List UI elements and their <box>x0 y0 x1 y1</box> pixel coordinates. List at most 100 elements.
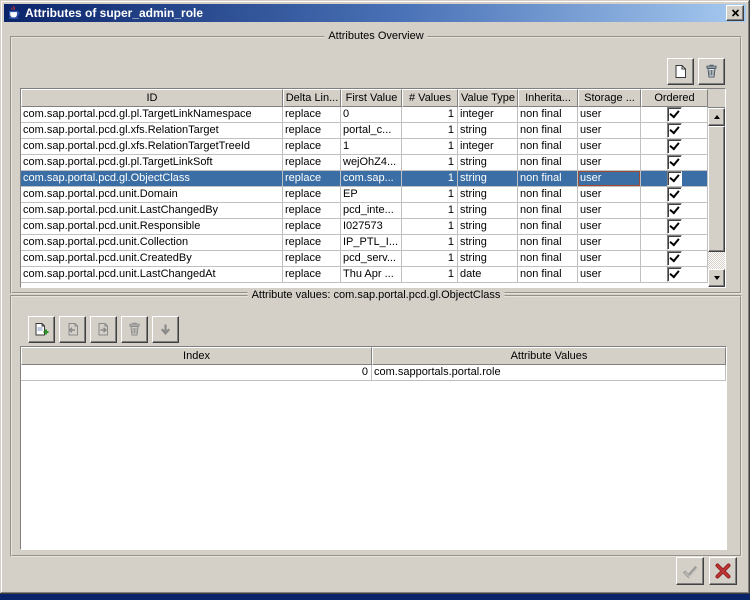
cell-id: com.sap.portal.pcd.unit.Collection <box>21 235 283 251</box>
attribute-row[interactable]: com.sap.portal.pcd.unit.Responsible repl… <box>21 219 708 235</box>
cell-inheritance: non final <box>518 123 578 139</box>
ordered-checkbox[interactable] <box>667 139 682 154</box>
attribute-row[interactable]: com.sap.portal.pcd.gl.ObjectClass replac… <box>21 171 708 187</box>
ordered-checkbox[interactable] <box>667 251 682 266</box>
cell-delta-link: replace <box>283 219 341 235</box>
attribute-row[interactable]: com.sap.portal.pcd.unit.Collection repla… <box>21 235 708 251</box>
move-value-down-button[interactable] <box>152 316 179 343</box>
vertical-scrollbar[interactable] <box>708 89 725 287</box>
cell-inheritance: non final <box>518 187 578 203</box>
column-header-attribute-values[interactable]: Attribute Values <box>372 347 726 365</box>
scroll-down-button[interactable] <box>708 269 725 287</box>
attribute-row[interactable]: com.sap.portal.pcd.gl.xfs.RelationTarget… <box>21 139 708 155</box>
document-arrow-right-icon <box>95 321 112 338</box>
add-value-button[interactable] <box>28 316 55 343</box>
attribute-row[interactable]: com.sap.portal.pcd.unit.CreatedBy replac… <box>21 251 708 267</box>
cell-delta-link: replace <box>283 155 341 171</box>
new-document-icon <box>672 63 689 80</box>
cell-first-value: 1 <box>341 139 402 155</box>
cell-first-value: wejOhZ4... <box>341 155 402 171</box>
cell-first-value: pcd_serv... <box>341 251 402 267</box>
column-header-inheritance[interactable]: Inherita... <box>518 89 578 107</box>
cell-num-values: 1 <box>402 139 458 155</box>
cell-ordered <box>641 139 708 155</box>
value-row[interactable]: 0 com.sapportals.portal.role <box>21 365 726 381</box>
cell-storage: user <box>578 139 641 155</box>
value-left-button[interactable] <box>59 316 86 343</box>
cell-ordered <box>641 251 708 267</box>
cell-num-values: 1 <box>402 267 458 283</box>
confirm-button[interactable] <box>676 557 704 585</box>
column-header-first-value[interactable]: First Value <box>341 89 402 107</box>
cell-delta-link: replace <box>283 139 341 155</box>
cell-value-type: string <box>458 187 518 203</box>
cell-storage: user <box>578 267 641 283</box>
attributes-overview-panel: Attributes Overview ID <box>10 36 742 294</box>
cell-first-value: pcd_inte... <box>341 203 402 219</box>
scroll-up-button[interactable] <box>708 108 725 126</box>
cell-value-type: string <box>458 219 518 235</box>
ordered-checkbox[interactable] <box>667 203 682 218</box>
cell-attribute-value: com.sapportals.portal.role <box>372 365 726 381</box>
cell-inheritance: non final <box>518 219 578 235</box>
cell-storage: user <box>578 235 641 251</box>
attributes-dialog-window: Attributes of super_admin_role Attribute… <box>0 0 750 594</box>
scrollbar-thumb[interactable] <box>708 126 725 252</box>
cell-value-type: string <box>458 235 518 251</box>
cell-delta-link: replace <box>283 251 341 267</box>
attributes-table-body: com.sap.portal.pcd.gl.pl.TargetLinkNames… <box>21 107 708 287</box>
column-header-num-values[interactable]: # Values <box>402 89 458 107</box>
column-header-index[interactable]: Index <box>21 347 372 365</box>
column-header-delta-link[interactable]: Delta Lin... <box>283 89 341 107</box>
cell-num-values: 1 <box>402 171 458 187</box>
ordered-checkbox[interactable] <box>667 235 682 250</box>
column-header-ordered[interactable]: Ordered <box>641 89 708 107</box>
cell-value-type: date <box>458 267 518 283</box>
cell-id: com.sap.portal.pcd.unit.Domain <box>21 187 283 203</box>
column-header-value-type[interactable]: Value Type <box>458 89 518 107</box>
attribute-row[interactable]: com.sap.portal.pcd.gl.xfs.RelationTarget… <box>21 123 708 139</box>
cell-delta-link: replace <box>283 187 341 203</box>
ordered-checkbox[interactable] <box>667 107 682 122</box>
attribute-row[interactable]: com.sap.portal.pcd.gl.pl.TargetLinkSoft … <box>21 155 708 171</box>
ordered-checkbox[interactable] <box>667 155 682 170</box>
cell-ordered <box>641 123 708 139</box>
cell-storage: user <box>578 251 641 267</box>
values-table-header: Index Attribute Values <box>21 347 726 365</box>
cell-inheritance: non final <box>518 235 578 251</box>
cell-num-values: 1 <box>402 219 458 235</box>
document-plus-icon <box>33 321 50 338</box>
column-header-id[interactable]: ID <box>21 89 283 107</box>
scrollbar-track[interactable] <box>708 252 725 269</box>
attribute-row[interactable]: com.sap.portal.pcd.unit.LastChangedAt re… <box>21 267 708 283</box>
ordered-checkbox[interactable] <box>667 267 682 282</box>
ordered-checkbox[interactable] <box>667 219 682 234</box>
ordered-checkbox[interactable] <box>667 187 682 202</box>
arrow-down-icon <box>157 321 174 338</box>
cell-first-value: Thu Apr ... <box>341 267 402 283</box>
close-button[interactable] <box>726 5 744 21</box>
cell-storage: user <box>578 219 641 235</box>
delete-attribute-button[interactable] <box>698 58 725 85</box>
delete-value-button[interactable] <box>121 316 148 343</box>
cancel-button[interactable] <box>709 557 737 585</box>
attribute-row[interactable]: com.sap.portal.pcd.unit.LastChangedBy re… <box>21 203 708 219</box>
column-header-storage[interactable]: Storage ... <box>578 89 641 107</box>
cell-first-value: portal_c... <box>341 123 402 139</box>
dialog-footer <box>676 557 737 585</box>
attribute-values-title: Attribute values: com.sap.portal.pcd.gl.… <box>248 289 505 301</box>
cell-inheritance: non final <box>518 203 578 219</box>
cell-id: com.sap.portal.pcd.unit.LastChangedAt <box>21 267 283 283</box>
cell-value-type: string <box>458 123 518 139</box>
ordered-checkbox[interactable] <box>667 123 682 138</box>
value-right-button[interactable] <box>90 316 117 343</box>
scrollbar-corner <box>708 89 725 108</box>
java-cup-icon <box>6 5 22 21</box>
attribute-row[interactable]: com.sap.portal.pcd.gl.pl.TargetLinkNames… <box>21 107 708 123</box>
ordered-checkbox[interactable] <box>667 171 682 186</box>
cell-id: com.sap.portal.pcd.unit.LastChangedBy <box>21 203 283 219</box>
attribute-row[interactable]: com.sap.portal.pcd.unit.Domain replace E… <box>21 187 708 203</box>
cell-ordered <box>641 235 708 251</box>
titlebar[interactable]: Attributes of super_admin_role <box>4 4 746 22</box>
new-attribute-button[interactable] <box>667 58 694 85</box>
